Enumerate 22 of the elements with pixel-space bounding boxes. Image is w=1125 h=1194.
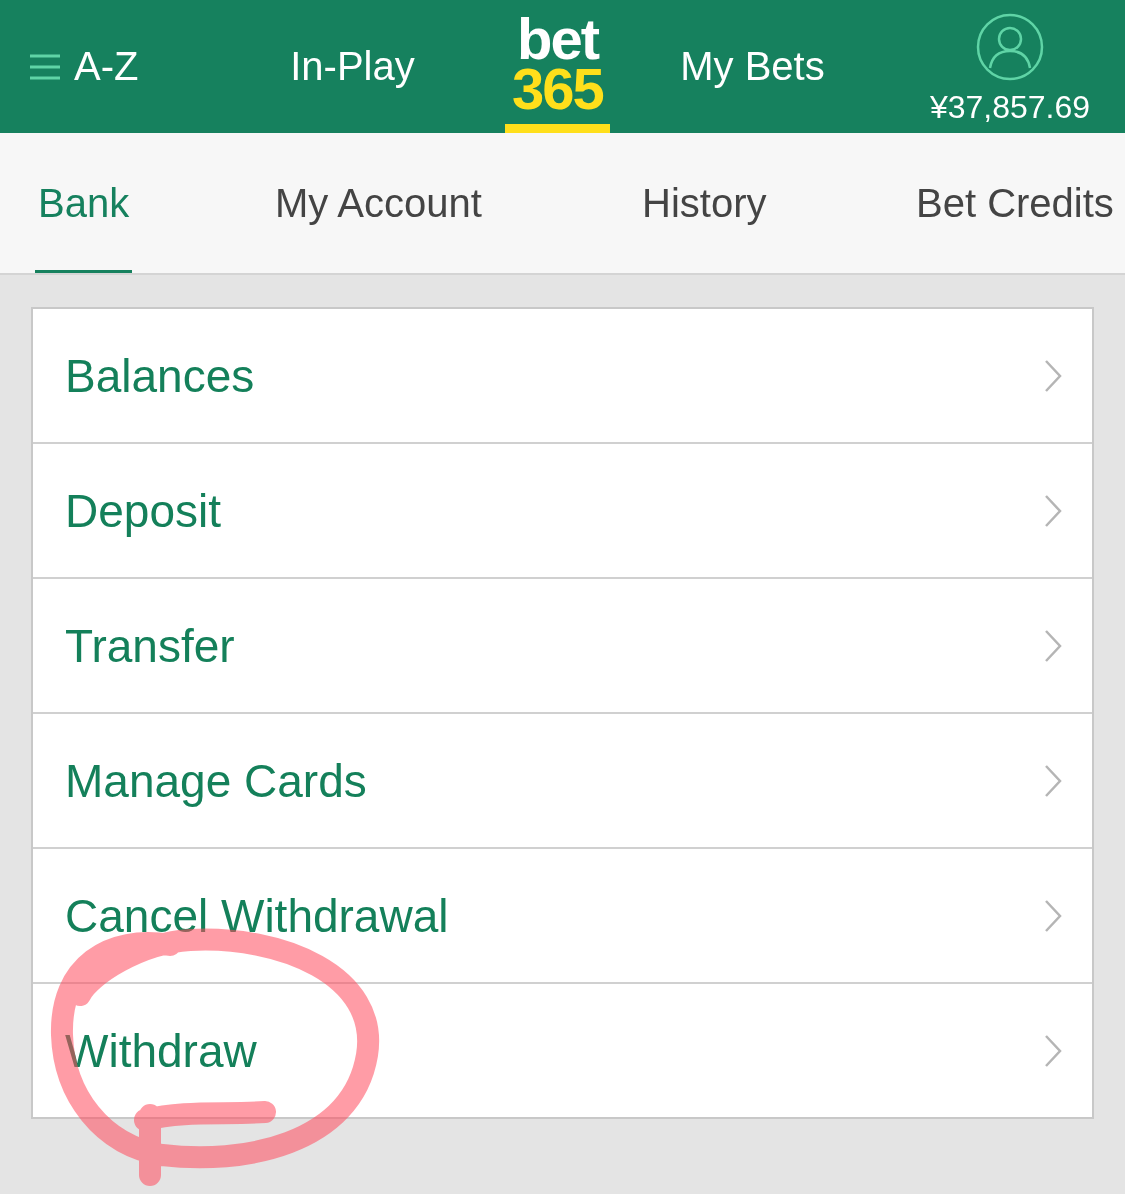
- menu-item[interactable]: Deposit: [33, 442, 1092, 577]
- menu-item[interactable]: Manage Cards: [33, 712, 1092, 847]
- chevron-right-icon: [1044, 358, 1062, 393]
- chevron-right-icon: [1044, 763, 1062, 798]
- chevron-right-icon: [1044, 493, 1062, 528]
- chevron-right-icon: [1044, 1033, 1062, 1068]
- tab[interactable]: My Account: [272, 133, 639, 273]
- chevron-right-icon: [1044, 628, 1062, 663]
- menu-button[interactable]: A-Z: [0, 44, 139, 89]
- account-button[interactable]: ¥37,857.69: [929, 7, 1091, 126]
- nav-link[interactable]: My Bets: [680, 44, 825, 89]
- tab[interactable]: History: [639, 133, 913, 273]
- tab[interactable]: Bank: [35, 133, 272, 273]
- chevron-right-icon: [1044, 898, 1062, 933]
- menu-item[interactable]: Transfer: [33, 577, 1092, 712]
- tab[interactable]: Bet Credits: [913, 133, 1125, 273]
- user-icon: [976, 13, 1044, 81]
- menu-item[interactable]: Cancel Withdrawal: [33, 847, 1092, 982]
- menu-item[interactable]: Balances: [33, 309, 1092, 442]
- menu-icon: [30, 53, 60, 80]
- nav-link[interactable]: In-Play: [290, 44, 415, 89]
- menu-item[interactable]: Withdraw: [33, 982, 1092, 1117]
